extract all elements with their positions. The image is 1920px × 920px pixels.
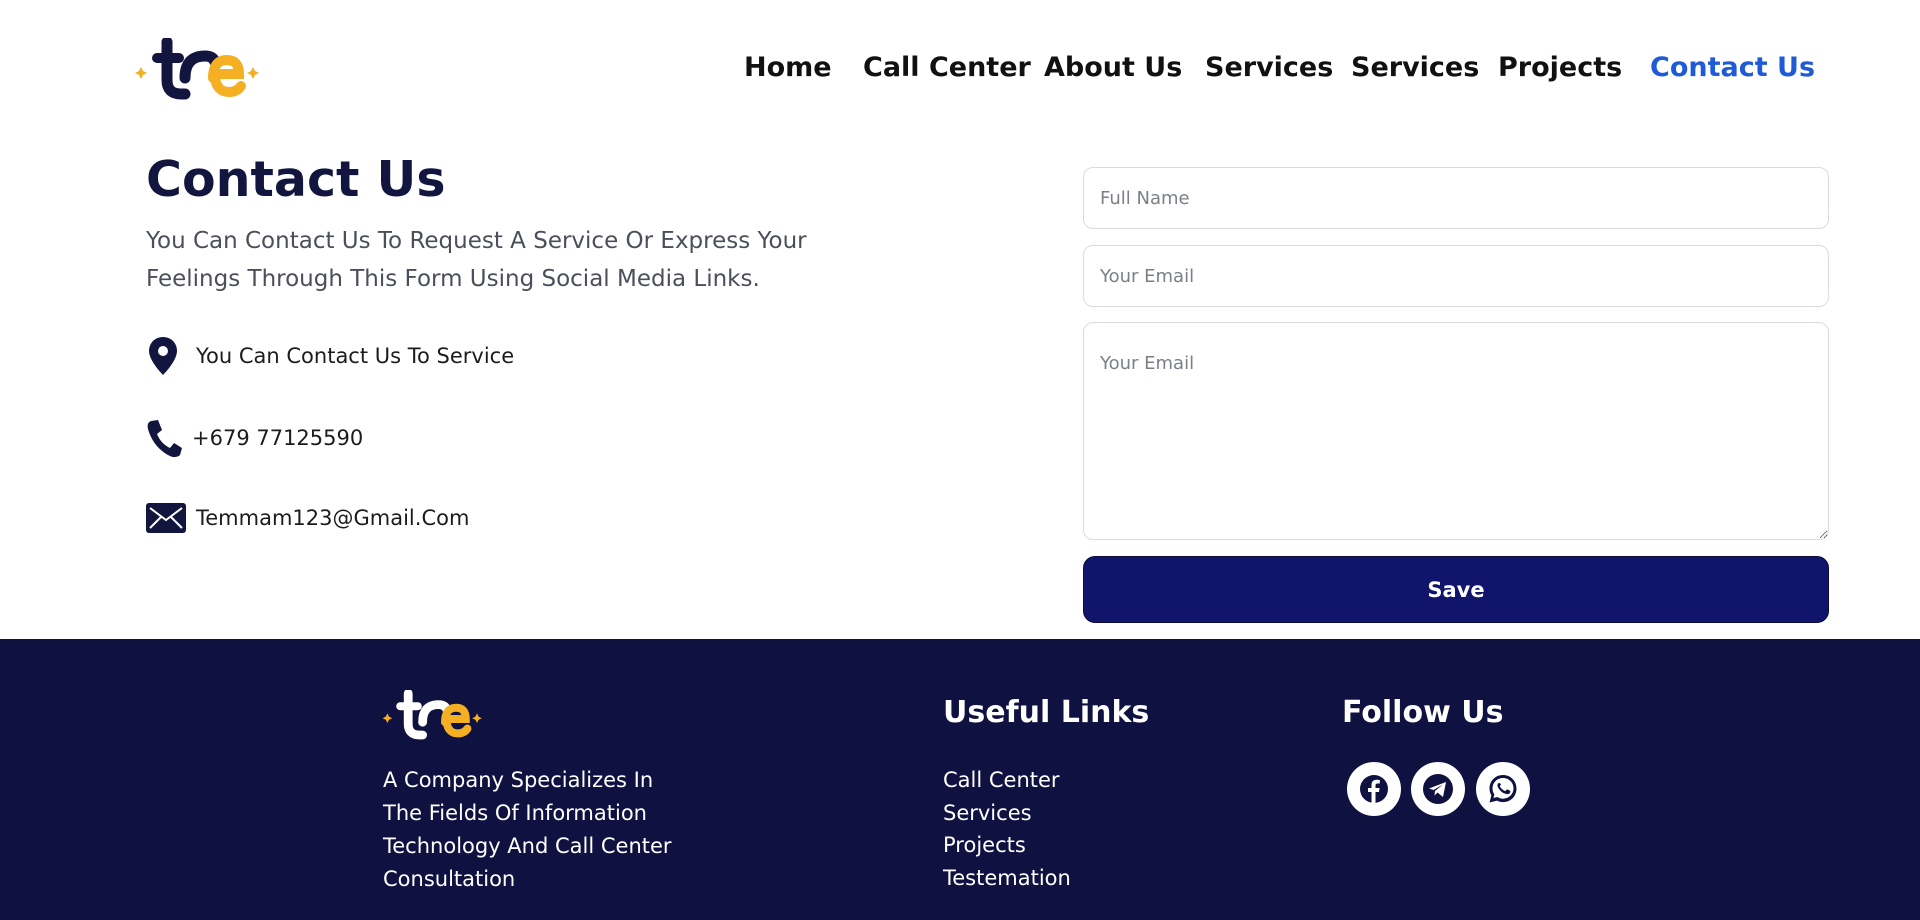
nav-call-center[interactable]: Call Center	[863, 48, 1031, 88]
facebook-button[interactable]	[1347, 762, 1401, 816]
email-row: Temmam123@Gmail.Com	[146, 496, 469, 540]
site-header: Home Call Center About Us Services Servi…	[0, 0, 1920, 140]
envelope-icon	[146, 496, 190, 540]
main-nav: Home Call Center About Us Services Servi…	[0, 48, 1920, 88]
email-field[interactable]	[1083, 245, 1829, 307]
email-text[interactable]: Temmam123@Gmail.Com	[196, 506, 469, 530]
nav-home[interactable]: Home	[744, 48, 832, 88]
nav-services-2[interactable]: Services	[1351, 48, 1479, 88]
page-description: You Can Contact Us To Request A Service …	[146, 228, 807, 292]
address-text: You Can Contact Us To Service	[196, 344, 515, 368]
footer-link-call-center[interactable]: Call Center	[943, 764, 1071, 797]
footer-logo[interactable]	[381, 690, 485, 740]
footer-link-projects[interactable]: Projects	[943, 829, 1071, 862]
nav-about-us[interactable]: About Us	[1044, 48, 1182, 88]
footer-link-testemation[interactable]: Testemation	[943, 862, 1071, 895]
save-button[interactable]: Save	[1083, 556, 1829, 623]
address-row: You Can Contact Us To Service	[146, 334, 514, 378]
page-title: Contact Us	[146, 151, 446, 208]
footer-link-services[interactable]: Services	[943, 797, 1071, 830]
location-pin-icon	[146, 334, 190, 378]
telegram-button[interactable]	[1411, 762, 1465, 816]
phone-row: +679 77125590	[146, 416, 363, 460]
nav-services[interactable]: Services	[1205, 48, 1333, 88]
phone-icon	[146, 416, 190, 460]
facebook-icon	[1360, 775, 1388, 803]
message-field[interactable]	[1083, 322, 1829, 540]
nav-contact-us[interactable]: Contact Us	[1650, 48, 1815, 88]
footer-description: A Company Specializes In The Fields Of I…	[383, 768, 672, 891]
useful-links-heading: Useful Links	[943, 695, 1150, 730]
useful-links-list: Call Center Services Projects Testematio…	[943, 764, 1071, 894]
follow-us-heading: Follow Us	[1342, 695, 1504, 730]
full-name-field[interactable]	[1083, 167, 1829, 229]
telegram-icon	[1423, 774, 1453, 804]
whatsapp-button[interactable]	[1476, 762, 1530, 816]
whatsapp-icon	[1489, 775, 1517, 803]
nav-projects[interactable]: Projects	[1498, 48, 1622, 88]
phone-text[interactable]: +679 77125590	[192, 426, 363, 450]
